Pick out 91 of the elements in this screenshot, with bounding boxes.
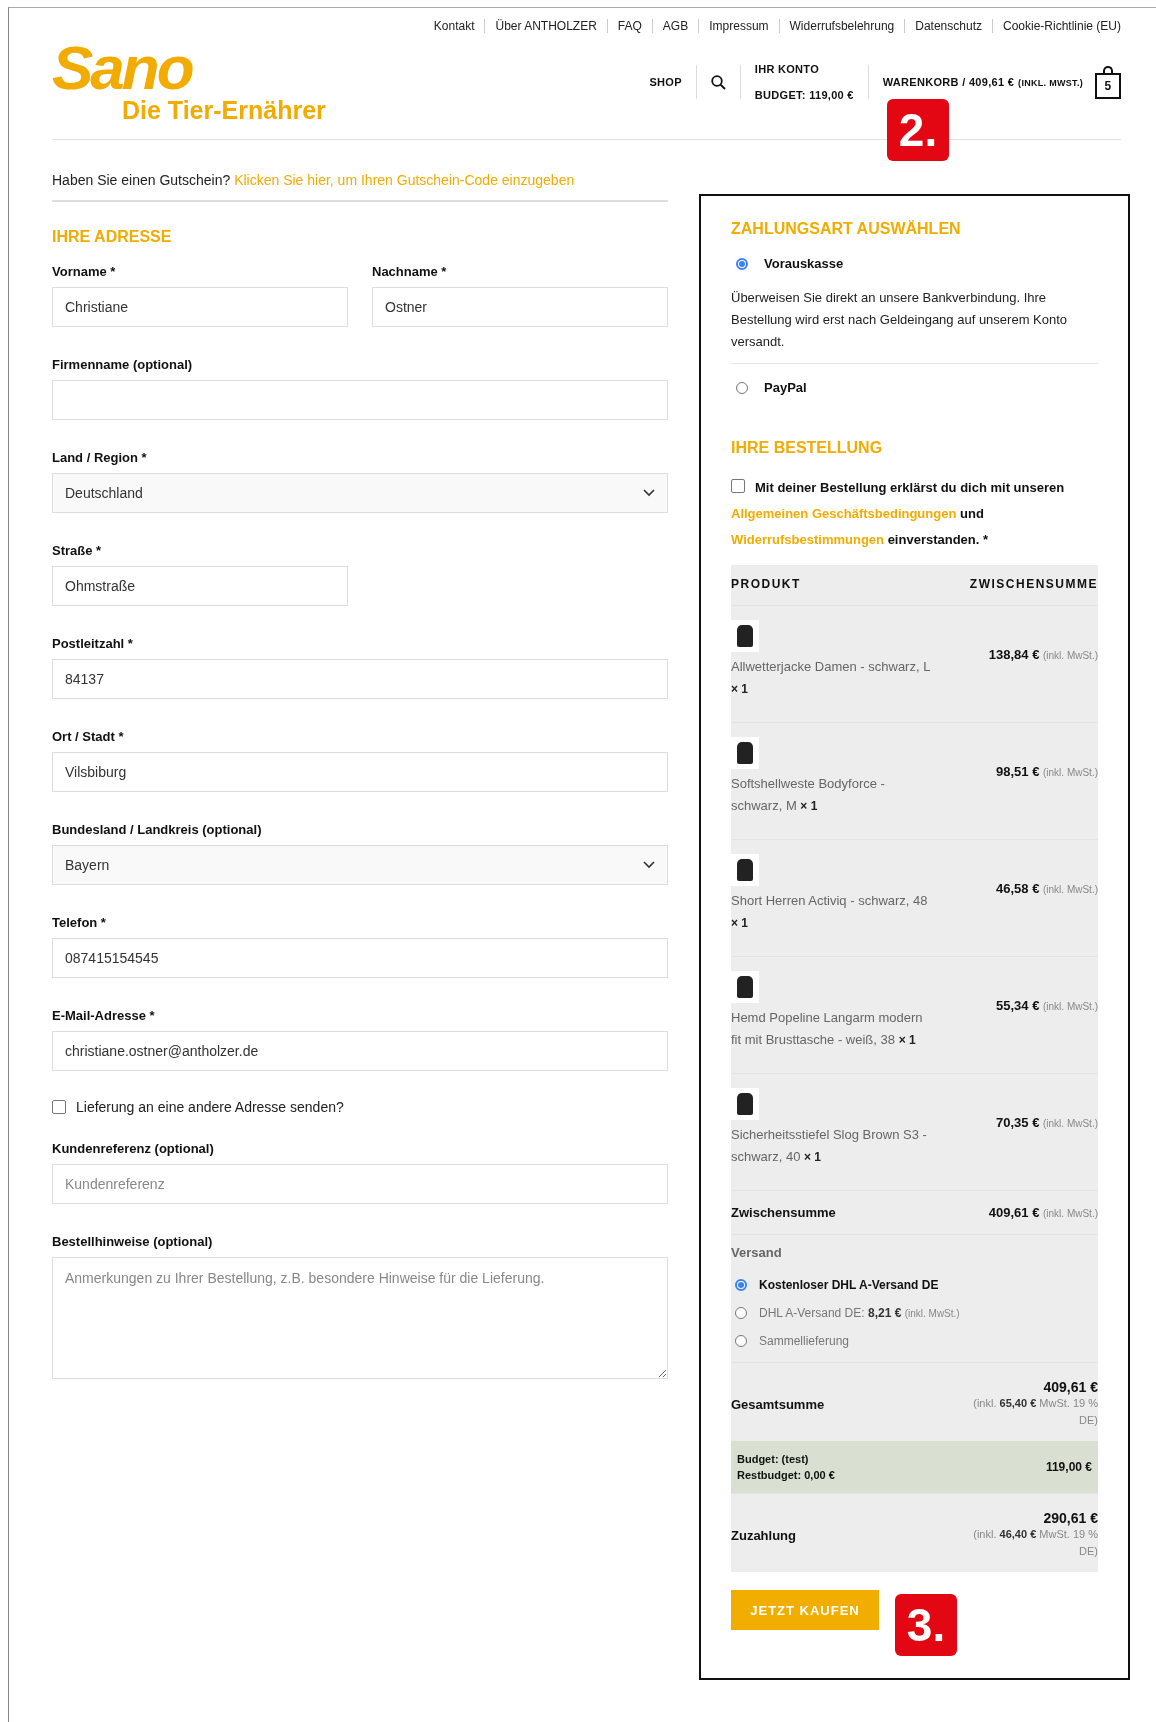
item-price: 46,58 € (inkl. MwSt.) bbox=[996, 880, 1098, 896]
shipping-label: Versand bbox=[731, 1245, 783, 1260]
total-amount: 409,61 € bbox=[1043, 1379, 1098, 1395]
radio-button[interactable] bbox=[735, 1279, 747, 1291]
cart-link[interactable]: WARENKORB / 409,61 € bbox=[882, 76, 1015, 88]
radio-button[interactable] bbox=[736, 257, 748, 270]
cart-tax-note: (INKL. MWST.) bbox=[1018, 78, 1083, 88]
top-link[interactable]: AGB bbox=[651, 19, 699, 33]
top-link[interactable]: Kontakt bbox=[423, 19, 485, 33]
section-title: IHRE ADRESSE bbox=[52, 228, 173, 246]
total-label: Gesamtsumme bbox=[731, 1396, 826, 1412]
field-label: Vorname * bbox=[52, 264, 117, 279]
text-field[interactable]: Christiane bbox=[52, 287, 348, 327]
product-name: Hemd Popeline Langarm modern fit mit Brusttasche - weiß, 38 × 1 bbox=[731, 1009, 924, 1049]
field-label: E-Mail-Adresse * bbox=[52, 1008, 156, 1023]
logo-tagline: Die Tier-Ernährer bbox=[122, 96, 326, 124]
shipping-option[interactable]: DHL A-Versand DE: 8,21 € (inkl. MwSt.) bbox=[759, 1306, 960, 1320]
dropdown-field[interactable]: Deutschland bbox=[52, 473, 668, 513]
text-field[interactable]: Kundenreferenz bbox=[52, 1164, 668, 1204]
field-label: Bestellhinweise (optional) bbox=[52, 1234, 214, 1249]
radio-button[interactable] bbox=[735, 1335, 747, 1347]
top-link[interactable]: Widerrufsbelehrung bbox=[778, 19, 905, 33]
tax-note: (inkl. 65,40 € MwSt. 19 % DE) bbox=[972, 1396, 1098, 1428]
field-label: Straße * bbox=[52, 543, 103, 558]
text-field[interactable]: Vilsbiburg bbox=[52, 752, 668, 792]
product-name: Sicherheitsstiefel Slog Brown S3 - schwarz, 40 × 1 bbox=[731, 1126, 928, 1166]
notes-field[interactable]: Anmerkungen zu Ihrer Bestellung, z.B. besondere Hinweise für die Lieferung. bbox=[52, 1257, 668, 1379]
tax-note: (inkl. 46,40 € MwSt. 19 % DE) bbox=[972, 1527, 1098, 1559]
field-label: Bundesland / Landkreis (optional) bbox=[52, 822, 263, 837]
product-photo-placeholder bbox=[731, 854, 759, 886]
radio-button[interactable] bbox=[736, 381, 748, 394]
field-label: Ort / Stadt * bbox=[52, 729, 125, 744]
column-header: ZWISCHENSUMME bbox=[969, 577, 1098, 591]
checkbox[interactable] bbox=[731, 479, 745, 493]
radio-button[interactable] bbox=[735, 1307, 747, 1319]
top-link[interactable]: Datenschutz bbox=[904, 19, 992, 33]
subtotal-label: Zwischensumme bbox=[731, 1205, 836, 1220]
item-price: 138,84 € (inkl. MwSt.) bbox=[988, 646, 1098, 662]
field-label: Land / Region * bbox=[52, 450, 148, 465]
item-price: 70,35 € (inkl. MwSt.) bbox=[996, 1114, 1098, 1130]
product-photo-placeholder bbox=[731, 971, 759, 1003]
checkbox[interactable] bbox=[52, 1100, 66, 1114]
text-field[interactable]: Ostner bbox=[372, 287, 668, 327]
checkbox-label[interactable]: Lieferung an eine andere Adresse senden? bbox=[76, 1099, 344, 1115]
item-price: 55,34 € (inkl. MwSt.) bbox=[996, 997, 1098, 1013]
copay-label: Zuzahlung bbox=[731, 1527, 797, 1543]
caret-icon[interactable] bbox=[643, 861, 655, 869]
budget-text: Budget: (test) bbox=[737, 1453, 810, 1465]
field-label: Kundenreferenz (optional) bbox=[52, 1141, 215, 1156]
top-link[interactable]: Über ANTHOLZER bbox=[484, 19, 607, 33]
subtotal-amount: 409,61 € (inkl. MwSt.) bbox=[988, 1205, 1098, 1220]
text-field[interactable]: 84137 bbox=[52, 659, 668, 699]
text-field[interactable]: Ohmstraße bbox=[52, 566, 348, 606]
dropdown-field[interactable]: Bayern bbox=[52, 845, 668, 885]
account-budget: BUDGET: 119,00 € bbox=[754, 89, 854, 101]
product-photo-placeholder bbox=[731, 737, 759, 769]
section-title: IHRE BESTELLUNG bbox=[731, 439, 884, 457]
search-icon[interactable] bbox=[710, 74, 726, 90]
top-link[interactable]: Cookie-Richtlinie (EU) bbox=[991, 19, 1121, 33]
payment-option[interactable]: Vorauskasse bbox=[764, 256, 844, 271]
product-name: Short Herren Activiq - schwarz, 48 × 1 bbox=[731, 892, 929, 932]
caret-icon[interactable] bbox=[643, 489, 655, 497]
copay-amount: 290,61 € bbox=[1043, 1510, 1098, 1526]
shipping-option[interactable]: Sammellieferung bbox=[759, 1334, 850, 1348]
product-name: Allwetterjacke Damen - schwarz, L × 1 bbox=[731, 658, 931, 698]
payment-description: Überweisen Sie direkt an unsere Bankverbindung. Ihre Bestellung wird erst nach Geldeingang auf unserem Konto versandt. bbox=[731, 287, 1098, 364]
field-label: Firmenname (optional) bbox=[52, 357, 194, 372]
shipping-option[interactable]: Kostenloser DHL A-Versand DE bbox=[759, 1278, 939, 1292]
product-photo-placeholder bbox=[731, 620, 759, 652]
budget-text: Restbudget: 0,00 € bbox=[737, 1469, 835, 1481]
budget-amount: 119,00 € bbox=[1045, 1460, 1092, 1474]
text-field[interactable] bbox=[52, 380, 668, 420]
step-badge: 3. bbox=[895, 1594, 957, 1656]
terms-text: Mit deiner Bestellung erklärst du dich mit unseren Allgemeinen Geschäftsbedingungen und Widerrufsbestimmungen einverstanden. * bbox=[731, 478, 1066, 549]
field-label: Nachname * bbox=[372, 264, 448, 279]
column-header: PRODUKT bbox=[731, 577, 801, 591]
product-photo-placeholder bbox=[731, 1088, 759, 1120]
account-link[interactable]: IHR KONTO bbox=[754, 63, 854, 75]
field-label: Telefon * bbox=[52, 915, 107, 930]
top-link[interactable]: Impressum bbox=[698, 19, 779, 33]
product-name: Softshellweste Bodyforce - schwarz, M × 1 bbox=[731, 775, 886, 815]
text-field[interactable]: christiane.ostner@antholzer.de bbox=[52, 1031, 668, 1071]
field-label: Postleitzahl * bbox=[52, 636, 134, 651]
text-field[interactable]: 087415154545 bbox=[52, 938, 668, 978]
coupon-text: Haben Sie einen Gutschein? bbox=[52, 172, 231, 188]
item-price: 98,51 € (inkl. MwSt.) bbox=[996, 763, 1098, 779]
top-link[interactable]: FAQ bbox=[606, 19, 652, 33]
section-title: ZAHLUNGSART AUSWÄHLEN bbox=[731, 220, 962, 238]
step-badge: 2. bbox=[887, 99, 949, 161]
payment-option[interactable]: PayPal bbox=[764, 380, 807, 395]
shop-link[interactable]: SHOP bbox=[649, 76, 682, 88]
